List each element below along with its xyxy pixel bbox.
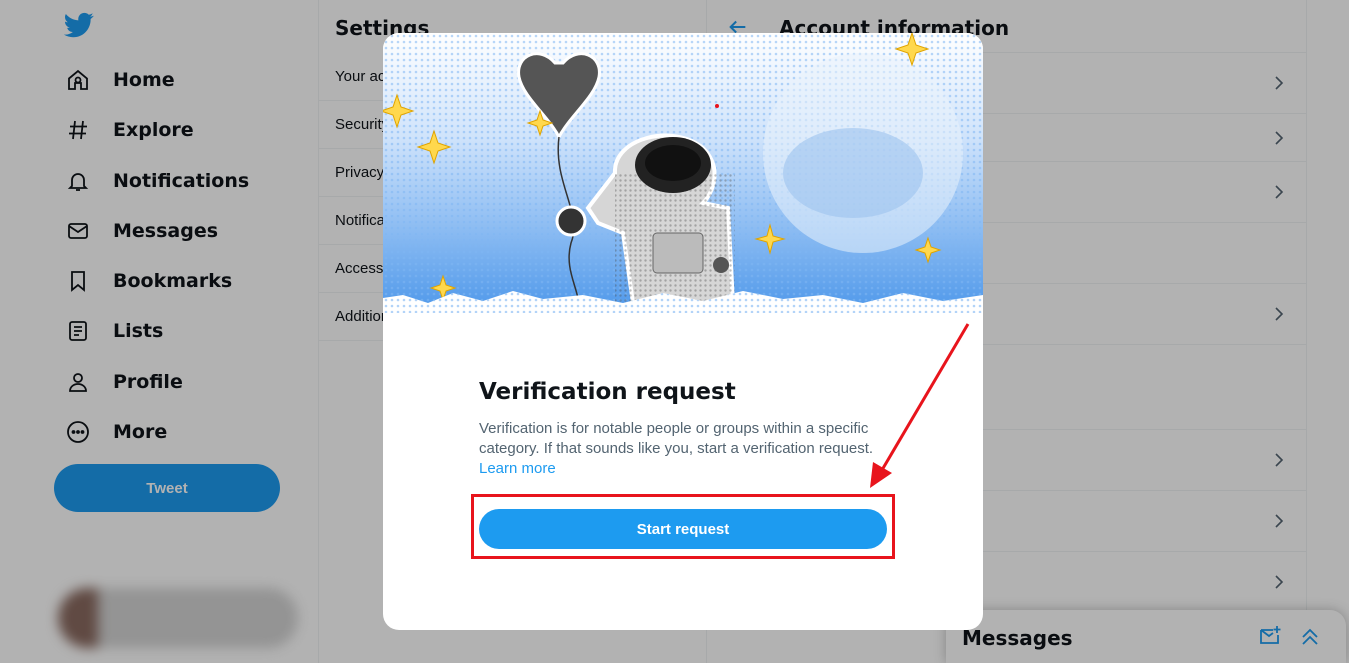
astronaut-illustration: [383, 33, 983, 333]
modal-description: Verification is for notable people or gr…: [479, 420, 874, 457]
learn-more-link[interactable]: Learn more: [479, 459, 556, 479]
modal-heading: Verification request: [479, 379, 736, 405]
annotation-highlight-box: [471, 494, 895, 559]
